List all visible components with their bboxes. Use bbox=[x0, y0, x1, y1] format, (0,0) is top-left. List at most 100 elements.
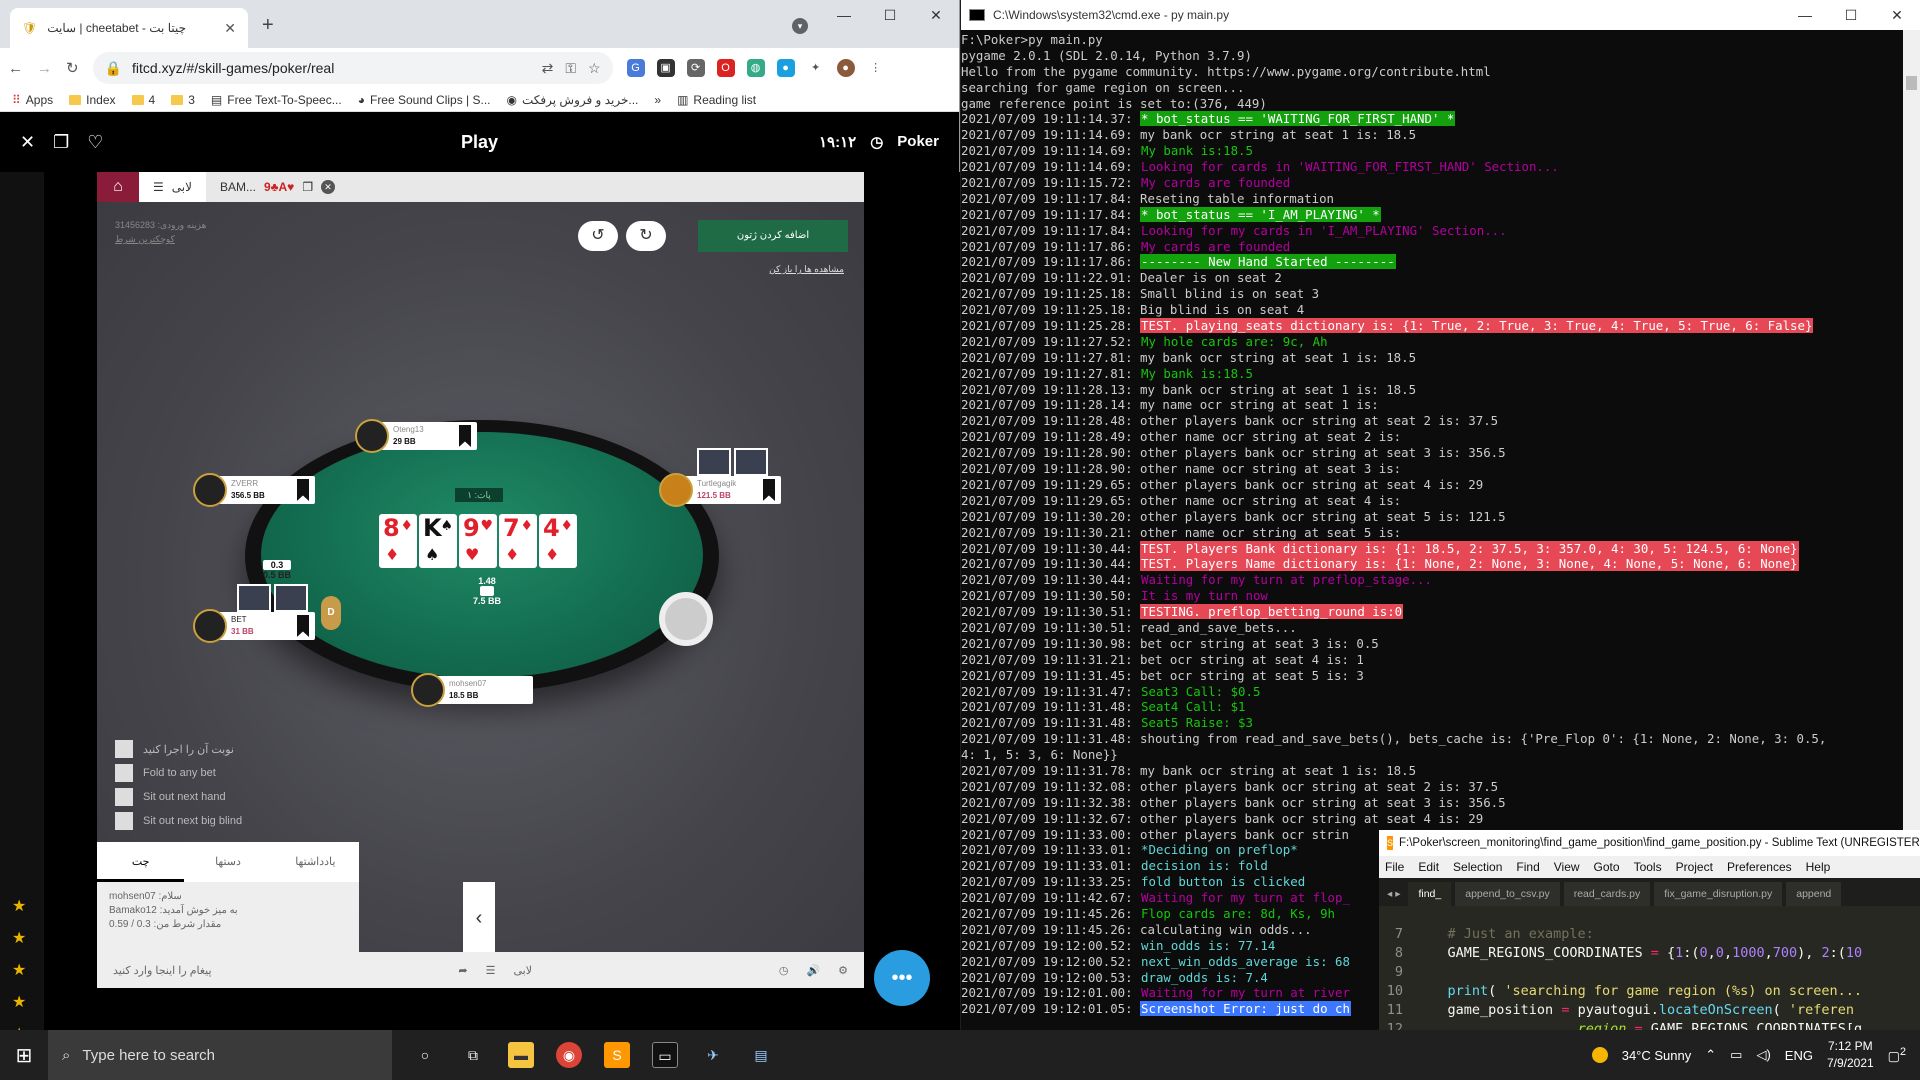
option-row[interactable]: نوبت آن را اجرا کنید bbox=[115, 740, 242, 758]
cortana-icon[interactable]: ○ bbox=[412, 1042, 438, 1068]
translate-icon[interactable]: ⇄ bbox=[542, 60, 554, 77]
volume-icon[interactable]: ◁) bbox=[1756, 1047, 1770, 1063]
bookmark-index[interactable]: Index bbox=[69, 93, 116, 107]
maximize-icon[interactable]: ☐ bbox=[1828, 7, 1874, 24]
back-icon[interactable]: ← bbox=[8, 60, 23, 77]
collapse-chat-icon[interactable]: ‹ bbox=[463, 882, 495, 954]
extension-sync-icon[interactable]: ⟳ bbox=[686, 59, 705, 77]
star-icon[interactable]: ★ bbox=[12, 992, 26, 1012]
close-table-icon[interactable]: ✕ bbox=[321, 180, 336, 194]
support-chat-icon[interactable]: ••• bbox=[874, 950, 930, 1006]
tab-close-icon[interactable]: ✕ bbox=[224, 20, 236, 37]
taskbar-search[interactable]: ⌕ Type here to search bbox=[48, 1030, 392, 1080]
sublime-text-icon[interactable]: S bbox=[604, 1042, 630, 1068]
close-window-icon[interactable]: ✕ bbox=[913, 0, 959, 30]
settings-gear-icon[interactable]: ⚙ bbox=[838, 964, 848, 977]
seat-left[interactable]: ZVERR 356.5 BB bbox=[193, 473, 315, 507]
chrome-icon[interactable]: ◉ bbox=[556, 1042, 582, 1068]
chat-input[interactable]: پیغام را اینجا وارد کنید bbox=[113, 964, 212, 977]
bookmark-3[interactable]: 3 bbox=[171, 93, 195, 107]
extension-translate-icon[interactable]: G bbox=[626, 59, 645, 77]
share-icon[interactable]: ➦ bbox=[458, 964, 467, 977]
weather-text[interactable]: 34°C Sunny bbox=[1622, 1048, 1692, 1063]
close-icon[interactable]: ✕ bbox=[20, 132, 35, 153]
bookmark-sound[interactable]: ◕ Free Sound Clips | S... bbox=[358, 93, 491, 107]
star-icon[interactable]: ★ bbox=[12, 896, 26, 916]
bookmark-apps[interactable]: ⠿ Apps bbox=[12, 93, 53, 107]
menu-item[interactable]: Goto bbox=[1594, 860, 1620, 874]
seat-hero[interactable]: mohsen07 18.5 BB bbox=[411, 673, 533, 707]
terminal-icon[interactable]: ▭ bbox=[652, 1042, 678, 1068]
checkbox[interactable] bbox=[115, 740, 133, 758]
menu-item[interactable]: View bbox=[1554, 860, 1580, 874]
reading-list[interactable]: ▥ Reading list bbox=[677, 93, 756, 107]
tab-lobby[interactable]: ☰ لابی bbox=[139, 172, 206, 202]
redo-icon[interactable]: ↻ bbox=[626, 221, 666, 251]
notepad-icon[interactable]: ▤ bbox=[748, 1042, 774, 1068]
file-tab[interactable]: append bbox=[1786, 882, 1842, 906]
seat-top[interactable]: Oteng13 29 BB bbox=[355, 419, 477, 453]
notifications-icon[interactable]: ▢2 bbox=[1888, 1046, 1906, 1064]
tray-chevron-icon[interactable]: ⌃ bbox=[1705, 1047, 1716, 1063]
option-fold-any[interactable]: Fold to any bet bbox=[115, 764, 242, 782]
forward-icon[interactable]: → bbox=[37, 60, 52, 77]
minimize-icon[interactable]: — bbox=[1782, 7, 1828, 24]
profile-avatar[interactable]: ● bbox=[836, 59, 855, 77]
tab-nav-icon[interactable]: ◂ ▸ bbox=[1383, 882, 1404, 906]
menu-item[interactable]: Project bbox=[1676, 860, 1713, 874]
popout-icon[interactable]: ❐ bbox=[302, 172, 313, 202]
lobby-icon[interactable]: ☰ bbox=[486, 964, 496, 977]
history-icon[interactable]: ◷ bbox=[779, 964, 789, 977]
bookmark-star-icon[interactable]: ☆ bbox=[588, 60, 601, 77]
checkbox[interactable] bbox=[115, 788, 133, 806]
tab-search-icon[interactable]: ▾ bbox=[792, 18, 808, 34]
menu-item[interactable]: Tools bbox=[1634, 860, 1662, 874]
windows-icon[interactable]: ❐ bbox=[53, 132, 69, 153]
close-window-icon[interactable]: ✕ bbox=[1874, 7, 1920, 24]
show-cards-link[interactable]: مشاهده ها را باز کن bbox=[769, 264, 844, 275]
checkbox[interactable] bbox=[115, 764, 133, 782]
bottom-lobby[interactable]: لابی bbox=[513, 964, 532, 977]
tab-hands[interactable]: دستها bbox=[184, 842, 271, 882]
language-indicator[interactable]: ENG bbox=[1785, 1048, 1813, 1063]
file-tab[interactable]: find_ bbox=[1408, 882, 1452, 906]
file-explorer-icon[interactable]: ▬ bbox=[508, 1042, 534, 1068]
windows-start-icon[interactable]: ⊞ bbox=[0, 1043, 48, 1068]
seat-bottom-left[interactable]: BET 31 BB bbox=[193, 609, 315, 643]
seat-right[interactable]: Turtlegagik 121.5 BB bbox=[659, 473, 781, 507]
tab-chat[interactable]: چت bbox=[97, 842, 185, 882]
menu-item[interactable]: Selection bbox=[1453, 860, 1502, 874]
python-app-icon[interactable]: ✈ bbox=[700, 1042, 726, 1068]
checkbox[interactable] bbox=[115, 812, 133, 830]
extension-box-icon[interactable]: ▣ bbox=[656, 59, 675, 77]
clock[interactable]: 7:12 PM 7/9/2021 bbox=[1827, 1038, 1874, 1072]
menu-item[interactable]: Help bbox=[1806, 860, 1831, 874]
bookmarks-overflow[interactable]: » bbox=[654, 93, 661, 107]
option-sit-out-bb[interactable]: Sit out next big blind bbox=[115, 812, 242, 830]
heart-icon[interactable]: ♡ bbox=[87, 132, 103, 153]
extensions-puzzle-icon[interactable]: ✦ bbox=[807, 59, 825, 77]
file-tab[interactable]: append_to_csv.py bbox=[1455, 882, 1560, 906]
option-sit-out-hand[interactable]: Sit out next hand bbox=[115, 788, 242, 806]
home-icon[interactable]: ⌂ bbox=[97, 172, 139, 202]
star-icon[interactable]: ★ bbox=[12, 928, 26, 948]
menu-item[interactable]: Find bbox=[1516, 860, 1539, 874]
sound-icon[interactable]: 🔊 bbox=[806, 964, 820, 977]
new-tab-button[interactable]: + bbox=[262, 14, 274, 37]
network-icon[interactable]: ▭ bbox=[1730, 1047, 1742, 1063]
tab-table[interactable]: BAM... 9♣A♥ ❐ ✕ bbox=[206, 172, 349, 202]
menu-item[interactable]: Preferences bbox=[1727, 860, 1792, 874]
extension-opera-icon[interactable]: O bbox=[716, 59, 735, 77]
extension-globe-icon[interactable]: ◍ bbox=[746, 59, 765, 77]
extension-blue-icon[interactable]: ● bbox=[776, 59, 795, 77]
task-view-icon[interactable]: ⧉ bbox=[460, 1042, 486, 1068]
reload-icon[interactable]: ↻ bbox=[66, 59, 79, 77]
bookmark-4[interactable]: 4 bbox=[131, 93, 155, 107]
browser-tab[interactable]: 🛡 سایت | cheetabet - چیتا بت ✕ bbox=[10, 8, 248, 48]
rebuy-button[interactable]: اضافه کردن ژتون bbox=[698, 220, 848, 252]
maximize-icon[interactable]: ☐ bbox=[867, 0, 913, 30]
omnibox[interactable]: 🔒 fitcd.xyz/#/skill-games/poker/real ⇄ ⚿… bbox=[92, 52, 613, 84]
undo-icon[interactable]: ↺ bbox=[578, 221, 618, 251]
bookmark-perfect[interactable]: ◉ خرید و فروش پرفکت... bbox=[507, 93, 639, 107]
key-icon[interactable]: ⚿ bbox=[565, 60, 576, 77]
